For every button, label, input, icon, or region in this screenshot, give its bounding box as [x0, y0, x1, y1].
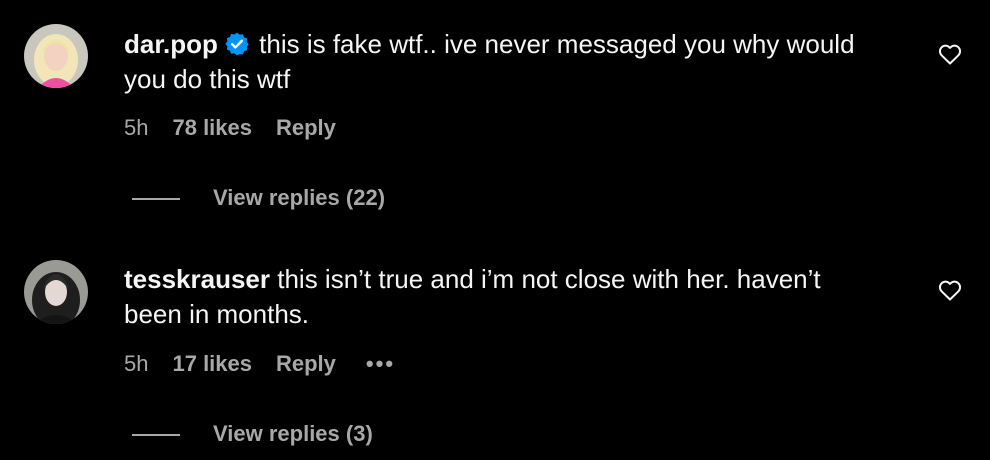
like-button[interactable]: [938, 279, 962, 301]
view-replies-label: View replies (3): [213, 421, 373, 446]
comment-text-block: tesskrauser this isn’t true and i’m not …: [124, 262, 884, 332]
view-replies-button[interactable]: View replies (3): [132, 420, 373, 448]
divider-line: [132, 434, 180, 437]
comment-item: tesskrauser this isn’t true and i’m not …: [0, 0, 990, 460]
reply-button[interactable]: Reply: [276, 350, 336, 378]
comment-timestamp: 5h: [124, 351, 149, 376]
likes-count[interactable]: 17 likes: [172, 350, 252, 378]
comment-username[interactable]: tesskrauser: [124, 264, 270, 294]
comment-meta: 5h 17 likes Reply •••: [124, 350, 395, 378]
avatar-image: [24, 260, 88, 324]
heart-outline-icon: [938, 280, 962, 301]
more-options-icon[interactable]: •••: [366, 350, 395, 378]
avatar[interactable]: [24, 260, 88, 324]
